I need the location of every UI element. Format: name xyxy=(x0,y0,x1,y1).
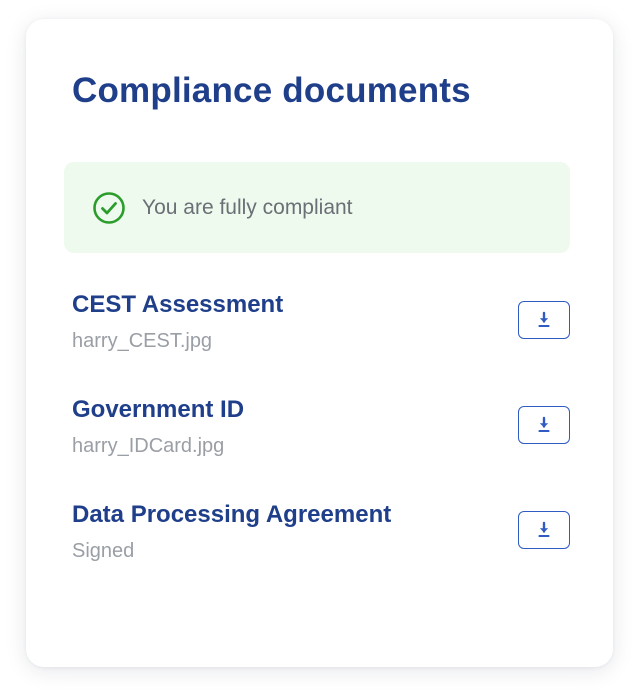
document-name: Data Processing Agreement xyxy=(72,501,392,528)
document-filename: harry_IDCard.jpg xyxy=(72,435,225,457)
download-button-government-id[interactable] xyxy=(518,406,570,444)
document-item-data-processing-agreement: Data Processing Agreement Signed xyxy=(72,500,578,570)
document-filename: harry_CEST.jpg xyxy=(72,330,213,352)
download-button-cest-assessment[interactable] xyxy=(518,301,570,339)
document-name: CEST Assessment xyxy=(72,291,284,318)
document-item-cest-assessment: CEST Assessment harry_CEST.jpg xyxy=(72,290,578,360)
download-icon xyxy=(535,521,553,539)
document-name: Government ID xyxy=(72,396,245,423)
download-icon xyxy=(535,416,553,434)
check-circle-icon xyxy=(92,191,126,225)
document-item-government-id: Government ID harry_IDCard.jpg xyxy=(72,395,578,465)
document-status: Signed xyxy=(72,540,135,562)
download-button-data-processing-agreement[interactable] xyxy=(518,511,570,549)
compliance-status-text: You are fully compliant xyxy=(142,195,353,219)
compliance-card: Compliance documents You are fully compl… xyxy=(26,19,613,667)
card-title: Compliance documents xyxy=(72,71,471,110)
download-icon xyxy=(535,311,553,329)
compliance-status-banner: You are fully compliant xyxy=(64,162,570,253)
